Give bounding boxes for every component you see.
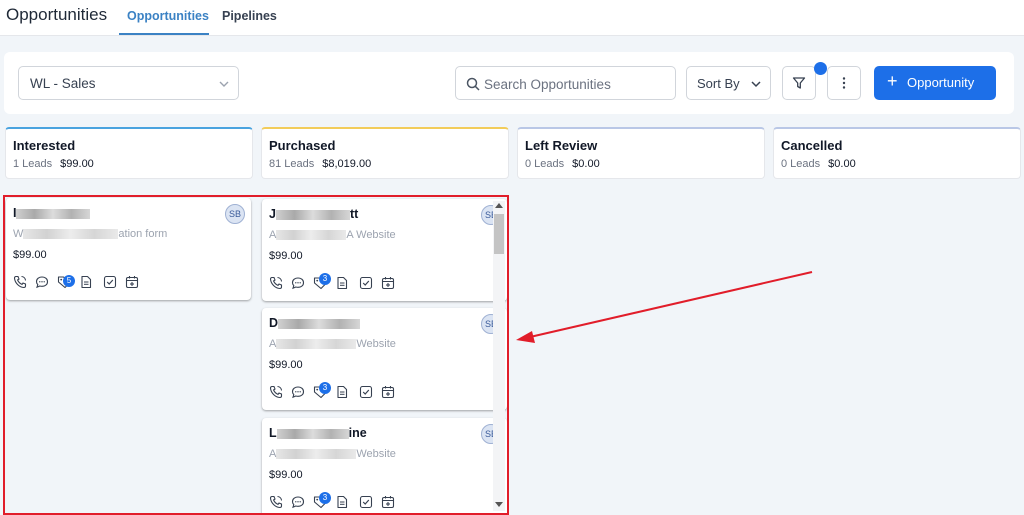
more-options-button[interactable]	[827, 66, 861, 100]
chevron-down-icon	[219, 81, 229, 87]
more-vertical-icon	[842, 77, 846, 89]
column-amount: $0.00	[572, 158, 600, 170]
search-input[interactable]	[484, 74, 669, 94]
column-leads-count: 81 Leads	[269, 158, 315, 170]
column-summary: 0 Leads $0.00	[525, 158, 600, 170]
tab-pipelines[interactable]: Pipelines	[222, 9, 277, 23]
tab-opportunities[interactable]: Opportunities	[127, 9, 209, 23]
column-name: Interested	[13, 138, 76, 153]
add-opportunity-button[interactable]: + Opportunity	[874, 66, 996, 100]
search-box	[455, 66, 676, 100]
chevron-down-icon	[751, 81, 761, 88]
column-header-cancelled: Cancelled 0 Leads $0.00	[773, 127, 1021, 179]
filter-icon	[792, 77, 806, 89]
sort-by-button[interactable]: Sort By	[686, 66, 771, 100]
column-amount: $99.00	[60, 158, 94, 170]
column-name: Purchased	[269, 138, 336, 153]
column-summary: 81 Leads $8,019.00	[269, 158, 371, 170]
column-header-left-review: Left Review 0 Leads $0.00	[517, 127, 765, 179]
column-leads-count: 0 Leads	[781, 158, 821, 170]
column-header-interested: Interested 1 Leads $99.00	[5, 127, 253, 179]
column-amount: $0.00	[828, 158, 856, 170]
filter-active-dot	[814, 62, 827, 75]
plus-icon: +	[887, 71, 898, 91]
sort-by-label: Sort By	[697, 76, 740, 91]
toolbar: WL - Sales Sort By + Opportunity	[4, 52, 1014, 114]
column-amount: $8,019.00	[322, 158, 372, 170]
column-header-purchased: Purchased 81 Leads $8,019.00	[261, 127, 509, 179]
pipeline-select-value: WL - Sales	[30, 76, 96, 91]
column-summary: 1 Leads $99.00	[13, 158, 94, 170]
column-leads-count: 1 Leads	[13, 158, 53, 170]
pipeline-select[interactable]: WL - Sales	[18, 66, 239, 100]
column-name: Left Review	[525, 138, 598, 153]
column-leads-count: 0 Leads	[525, 158, 565, 170]
annotation-highlight-box	[3, 195, 509, 515]
top-header: Opportunities Opportunities Pipelines	[0, 0, 1024, 36]
filter-button[interactable]	[782, 66, 816, 100]
column-summary: 0 Leads $0.00	[781, 158, 856, 170]
search-icon	[466, 77, 480, 91]
page-title: Opportunities	[6, 5, 108, 24]
active-tab-indicator	[119, 33, 209, 35]
column-name: Cancelled	[781, 138, 843, 153]
add-opportunity-label: Opportunity	[907, 75, 975, 90]
